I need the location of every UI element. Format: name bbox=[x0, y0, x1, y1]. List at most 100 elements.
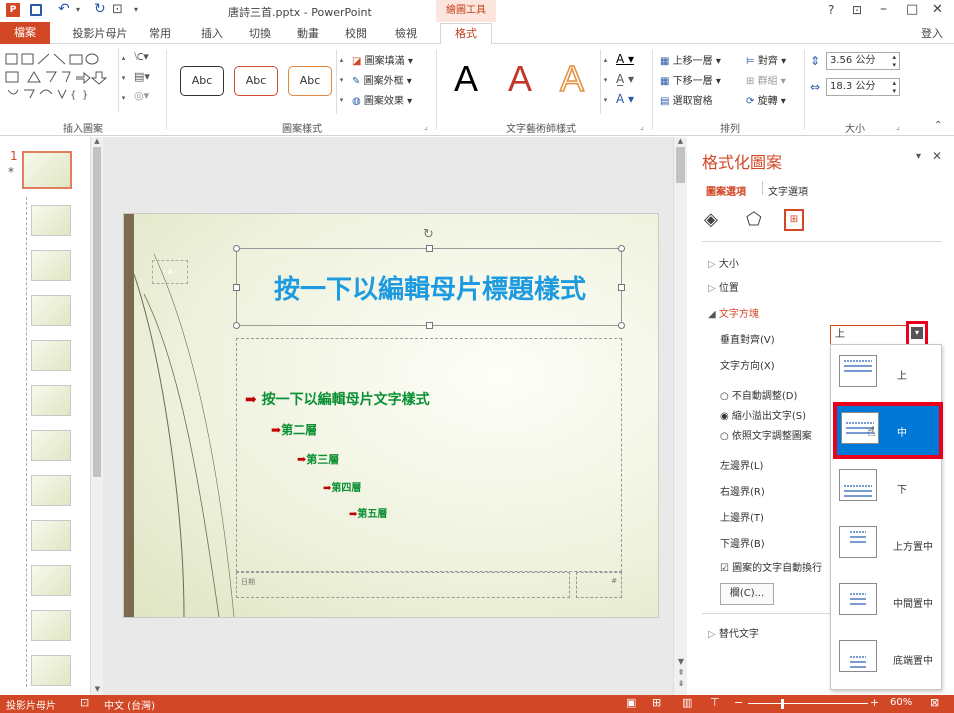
help-icon[interactable]: ? bbox=[828, 3, 834, 17]
resize-handle[interactable] bbox=[618, 284, 625, 291]
wordart-red[interactable]: A bbox=[508, 58, 532, 100]
slide-sorter-view-icon[interactable]: ⊞ bbox=[652, 696, 661, 709]
resize-handle[interactable] bbox=[618, 245, 625, 252]
zoom-level[interactable]: 60% bbox=[890, 697, 912, 708]
layout-thumbnail[interactable] bbox=[31, 520, 71, 551]
resize-shape-radio[interactable]: ○ 依照文字調整圖案 bbox=[720, 427, 830, 442]
align-button[interactable]: ⊨ 對齊 ▾ bbox=[746, 52, 786, 67]
pane-close-icon[interactable]: ✕ bbox=[932, 149, 942, 163]
zoom-slider[interactable] bbox=[748, 703, 868, 704]
undo-dropdown-icon[interactable]: ▾ bbox=[76, 5, 80, 14]
resize-handle[interactable] bbox=[233, 245, 240, 252]
layout-thumbnail[interactable] bbox=[31, 565, 71, 596]
tab-animations[interactable]: 動畫 bbox=[288, 24, 328, 44]
maximize-icon[interactable]: □ bbox=[906, 2, 918, 17]
redo-icon[interactable]: ↻ bbox=[94, 1, 106, 17]
text-fill-icon[interactable]: A ▾ bbox=[616, 52, 634, 66]
selection-pane-button[interactable]: ▤ 選取窗格 bbox=[660, 92, 713, 107]
layout-thumbnail[interactable] bbox=[31, 475, 71, 506]
layout-thumbnail[interactable] bbox=[31, 205, 71, 236]
tab-view[interactable]: 檢視 bbox=[386, 24, 426, 44]
resize-handle[interactable] bbox=[233, 322, 240, 329]
slideshow-view-icon[interactable]: ⊤ bbox=[710, 696, 720, 709]
pane-options-icon[interactable]: ▾ bbox=[916, 151, 921, 162]
align-middle-option[interactable]: ☝ 中 bbox=[833, 402, 943, 459]
resize-handle[interactable] bbox=[618, 322, 625, 329]
shape-width-input[interactable]: 18.3 公分 ▴ ▾ bbox=[826, 78, 900, 96]
text-box-section[interactable]: ◢ 文字方塊 bbox=[708, 305, 759, 320]
layout-thumbnail[interactable] bbox=[31, 295, 71, 326]
no-autofit-radio[interactable]: ○ 不自動調整(D) bbox=[720, 387, 797, 402]
reading-view-icon[interactable]: ▥ bbox=[682, 696, 692, 709]
close-icon[interactable]: ✕ bbox=[932, 2, 943, 17]
tab-home[interactable]: 常用 bbox=[140, 24, 180, 44]
tab-transitions[interactable]: 切換 bbox=[240, 24, 280, 44]
fill-line-icon[interactable]: ◈ bbox=[704, 209, 718, 230]
shape-styles-gallery[interactable]: Abc Abc Abc bbox=[174, 58, 336, 102]
resize-handle[interactable] bbox=[233, 284, 240, 291]
bring-forward-button[interactable]: ▦ 上移一層 ▾ bbox=[660, 52, 721, 67]
fit-slide-icon[interactable]: ⊠ bbox=[930, 696, 939, 709]
number-placeholder[interactable]: ‹#› bbox=[152, 260, 188, 284]
shapes-gallery[interactable]: {} bbox=[4, 50, 132, 114]
align-top-centered-option[interactable]: 上方置中 bbox=[831, 516, 943, 573]
shape-outline-button[interactable]: ✎ 圖案外框 ▾ bbox=[352, 72, 412, 87]
tab-shape-options[interactable]: 圖案選項 bbox=[706, 183, 746, 198]
position-section[interactable]: ▷ 位置 bbox=[708, 279, 739, 294]
slideshow-from-start-icon[interactable]: ⊡ bbox=[112, 2, 123, 17]
align-top-option[interactable]: 上 bbox=[831, 345, 943, 402]
body-placeholder[interactable]: ➡ 按一下以編輯母片文字樣式 ➡第二層 ➡第三層 ➡第四層 ➡第五層 bbox=[236, 338, 622, 572]
align-bottom-centered-option[interactable]: 底端置中 bbox=[831, 630, 943, 687]
tab-review[interactable]: 校閱 bbox=[336, 24, 376, 44]
size-launcher-icon[interactable]: ⌟ bbox=[896, 122, 900, 131]
sign-in-link[interactable]: 登入 bbox=[912, 24, 952, 44]
edit-shape-icons[interactable]: ⟈▾ ▤▾ ◎▾ bbox=[134, 50, 156, 110]
slide-master[interactable]: ‹#› 按一下以編輯母片標題樣式 ↻ ➡ 按一下以編輯母片文字樣式 ➡第二層 ➡… bbox=[123, 213, 659, 618]
save-icon[interactable] bbox=[30, 4, 42, 16]
align-middle-centered-option[interactable]: 中間置中 bbox=[831, 573, 943, 630]
title-placeholder[interactable]: 按一下以編輯母片標題樣式 ↻ bbox=[233, 227, 625, 329]
scroll-page-icons[interactable]: ▼ ⇞ ⇟ bbox=[674, 656, 688, 689]
tab-text-options[interactable]: 文字選項 bbox=[768, 183, 808, 198]
width-spinner-icon[interactable]: ▴ ▾ bbox=[892, 79, 896, 95]
layout-thumbnail[interactable] bbox=[31, 430, 71, 461]
undo-icon[interactable]: ↶ bbox=[58, 1, 70, 17]
shape-style-orange[interactable]: Abc bbox=[288, 66, 332, 96]
size-section[interactable]: ▷ 大小 bbox=[708, 255, 739, 270]
minimize-icon[interactable]: – bbox=[880, 1, 887, 17]
shrink-overflow-radio[interactable]: ◉ 縮小溢出文字(S) bbox=[720, 407, 806, 422]
shape-styles-launcher-icon[interactable]: ⌟ bbox=[424, 122, 428, 131]
alt-text-section[interactable]: ▷ 替代文字 bbox=[708, 625, 759, 640]
collapse-ribbon-icon[interactable]: ⌃ bbox=[934, 120, 942, 131]
zoom-slider-thumb[interactable] bbox=[781, 699, 784, 709]
shapes-gallery-scroll[interactable]: ▴ ▾ ▾ bbox=[118, 48, 128, 112]
tab-file[interactable]: 檔案 bbox=[0, 22, 50, 44]
text-effects-icon[interactable]: A ▾ bbox=[616, 92, 634, 106]
master-thumbnail[interactable] bbox=[22, 151, 72, 189]
effects-pentagon-icon[interactable]: ⬠ bbox=[746, 209, 762, 230]
tab-format[interactable]: 格式 bbox=[440, 23, 492, 45]
wordart-launcher-icon[interactable]: ⌟ bbox=[640, 122, 644, 131]
shape-height-input[interactable]: 3.56 公分 ▴ ▾ bbox=[826, 52, 900, 70]
resize-handle[interactable] bbox=[426, 245, 433, 252]
customize-qat-icon[interactable]: ▾ bbox=[134, 5, 138, 14]
layout-thumbnail[interactable] bbox=[31, 250, 71, 281]
wrap-text-checkbox[interactable]: ☑ 圖案的文字自動換行 bbox=[720, 559, 832, 574]
wordart-black[interactable]: A bbox=[454, 58, 478, 100]
shape-styles-scroll[interactable]: ▴ ▾ ▾ bbox=[336, 50, 346, 114]
spelling-check-icon[interactable]: ⊡ bbox=[80, 696, 89, 709]
rotate-button[interactable]: ⟳ 旋轉 ▾ bbox=[746, 92, 786, 107]
date-placeholder[interactable]: 日期 bbox=[236, 572, 570, 598]
send-backward-button[interactable]: ▦ 下移一層 ▾ bbox=[660, 72, 721, 87]
tab-slide-master[interactable]: 投影片母片 bbox=[64, 24, 136, 44]
resize-handle[interactable] bbox=[426, 322, 433, 329]
layout-thumbnail[interactable] bbox=[31, 655, 71, 686]
canvas-scrollbar[interactable]: ▲ ▼ ⇞ ⇟ bbox=[673, 137, 687, 695]
columns-button[interactable]: 欄(C)... bbox=[720, 583, 774, 605]
text-outline-icon[interactable]: A̲ ▾ bbox=[616, 72, 634, 86]
height-spinner-icon[interactable]: ▴ ▾ bbox=[892, 53, 896, 69]
slide-number-placeholder[interactable]: # bbox=[576, 572, 622, 598]
zoom-out-icon[interactable]: − bbox=[734, 696, 743, 709]
layout-thumbnail[interactable] bbox=[31, 385, 71, 416]
align-bottom-option[interactable]: 下 bbox=[831, 459, 943, 516]
